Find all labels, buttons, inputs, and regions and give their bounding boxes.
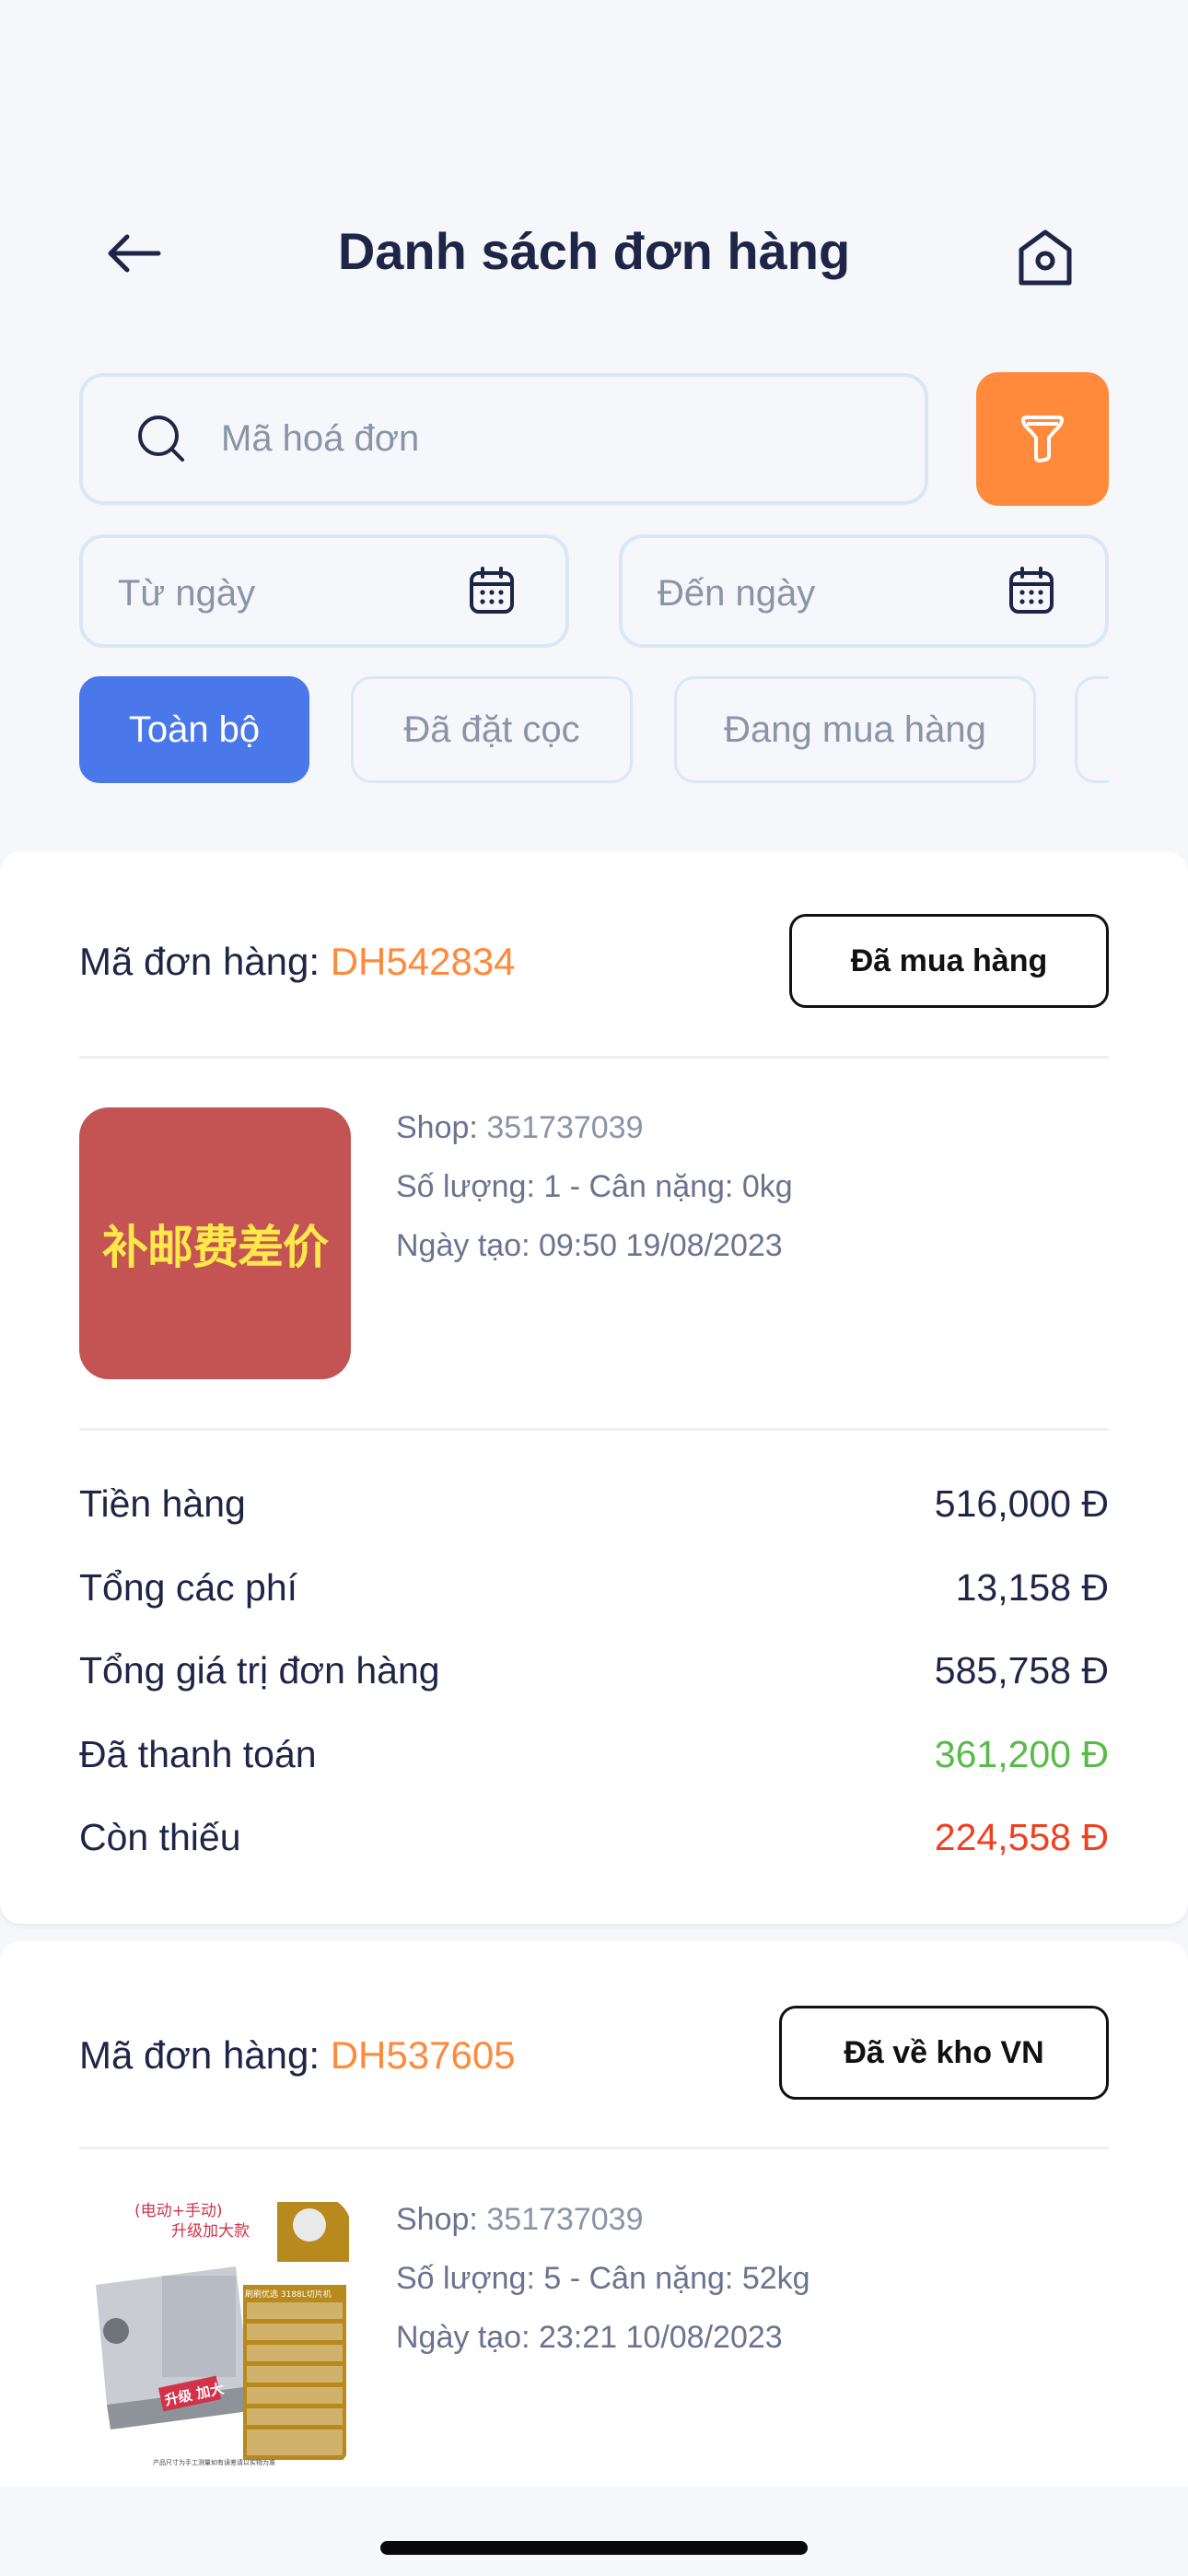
order-list-screen: Danh sách đơn hàng Từ ngày xyxy=(0,0,1188,2576)
home-icon xyxy=(1019,229,1072,286)
summary-label: Tổng giá trị đơn hàng xyxy=(79,1648,440,1692)
order-code: Mã đơn hàng: DH537605 xyxy=(79,2033,516,2078)
order-info: Shop: 351737039 Số lượng: 1 - Cân nặng: … xyxy=(396,1098,793,1275)
summary-value: 361,200 Đ xyxy=(934,1732,1109,1775)
created-date: Ngày tạo: 23:21 10/08/2023 xyxy=(396,2320,783,2355)
quantity-weight: Số lượng: 5 - Cân nặng: 52kg xyxy=(396,2261,810,2296)
created-date: Ngày tạo: 09:50 19/08/2023 xyxy=(396,1228,783,1263)
order-code-label: Mã đơn hàng: xyxy=(79,2033,331,2077)
shop-row: Shop: 351737039 xyxy=(396,1098,793,1157)
order-code-value: DH542834 xyxy=(330,940,516,983)
summary-label: Tiền hàng xyxy=(79,1481,246,1525)
summary-value: 224,558 Đ xyxy=(934,1815,1109,1858)
funnel-icon xyxy=(1021,415,1064,463)
shop-value: 351737039 xyxy=(486,2202,644,2237)
summary-value: 13,158 Đ xyxy=(955,1565,1109,1609)
image-footnote: 产品尺寸为手工测量如有误差请以实物为准 xyxy=(153,2458,275,2466)
order-code-value: DH537605 xyxy=(330,2033,516,2077)
order-code-label: Mã đơn hàng: xyxy=(79,940,331,983)
status-tabs: Toàn bộ Đã đặt cọc Đang mua hàng xyxy=(79,676,1109,785)
date-from-field[interactable]: Từ ngày xyxy=(79,534,569,648)
quantity-weight: Số lượng: 1 - Cân nặng: 0kg xyxy=(396,1169,793,1204)
product-image-text: 补邮费差价 xyxy=(102,1220,329,1274)
tab-deposited[interactable]: Đã đặt cọc xyxy=(351,676,633,783)
summary-row-fees: Tổng các phí 13,158 Đ xyxy=(79,1546,1109,1629)
product-image[interactable]: 补邮费差价 xyxy=(79,1107,351,1379)
header: Danh sách đơn hàng xyxy=(0,184,1188,322)
product-image[interactable]: (电动+手动) 升级加大款 刷刷优选 3188L切片机 升级 加大 产品尺寸为手… xyxy=(79,2197,351,2469)
divider xyxy=(79,2147,1109,2149)
filter-button[interactable] xyxy=(976,372,1109,506)
summary-row-paid: Đã thanh toán 361,200 Đ xyxy=(79,1713,1109,1796)
search-icon xyxy=(138,416,184,462)
order-card[interactable]: Mã đơn hàng: DH542834 Đã mua hàng 补邮费差价 … xyxy=(0,851,1188,1924)
shop-row: Shop: 351737039 xyxy=(396,2190,810,2249)
summary-label: Còn thiếu xyxy=(79,1815,241,1858)
bottom-safe-area xyxy=(0,2487,1188,2576)
summary-row-remaining: Còn thiếu 224,558 Đ xyxy=(79,1796,1109,1879)
summary-row-goods: Tiền hàng 516,000 Đ xyxy=(79,1462,1109,1545)
calendar-icon[interactable] xyxy=(469,566,515,615)
tab-purchasing[interactable]: Đang mua hàng xyxy=(674,676,1036,783)
order-card[interactable]: Mã đơn hàng: DH537605 Đã về kho VN (电动+手… xyxy=(0,1941,1188,2487)
divider xyxy=(79,1056,1109,1059)
summary-label: Đã thanh toán xyxy=(79,1732,317,1775)
shop-label: Shop: xyxy=(396,2202,478,2237)
shop-value: 351737039 xyxy=(486,1110,644,1145)
search-input[interactable] xyxy=(221,377,866,501)
tab-all[interactable]: Toàn bộ xyxy=(79,676,309,783)
order-code: Mã đơn hàng: DH542834 xyxy=(79,940,516,984)
product-photo: (电动+手动) 升级加大款 刷刷优选 3188L切片机 升级 加大 产品尺寸为手… xyxy=(79,2197,351,2469)
summary-label: Tổng các phí xyxy=(79,1565,298,1609)
image-table-title: 刷刷优选 3188L切片机 xyxy=(245,2289,332,2300)
search-box[interactable] xyxy=(79,373,928,505)
image-text-red-2: 升级加大款 xyxy=(171,2222,250,2241)
home-indicator[interactable] xyxy=(380,2541,808,2555)
calendar-icon[interactable] xyxy=(1008,566,1054,615)
date-from-label: Từ ngày xyxy=(118,573,256,614)
image-text-red: (电动+手动) xyxy=(134,2202,223,2220)
date-to-label: Đến ngày xyxy=(658,573,816,614)
order-status-button[interactable]: Đã về kho VN xyxy=(779,2006,1109,2100)
tab-next[interactable] xyxy=(1075,676,1109,783)
shop-label: Shop: xyxy=(396,1110,478,1145)
order-info: Shop: 351737039 Số lượng: 5 - Cân nặng: … xyxy=(396,2190,810,2367)
summary-value: 585,758 Đ xyxy=(934,1648,1109,1692)
date-to-field[interactable]: Đến ngày xyxy=(619,534,1109,648)
order-status-button[interactable]: Đã mua hàng xyxy=(789,914,1109,1008)
summary-value: 516,000 Đ xyxy=(934,1481,1109,1525)
summary-row-total: Tổng giá trị đơn hàng 585,758 Đ xyxy=(79,1629,1109,1712)
divider xyxy=(79,1428,1109,1431)
home-button[interactable] xyxy=(1004,217,1087,299)
